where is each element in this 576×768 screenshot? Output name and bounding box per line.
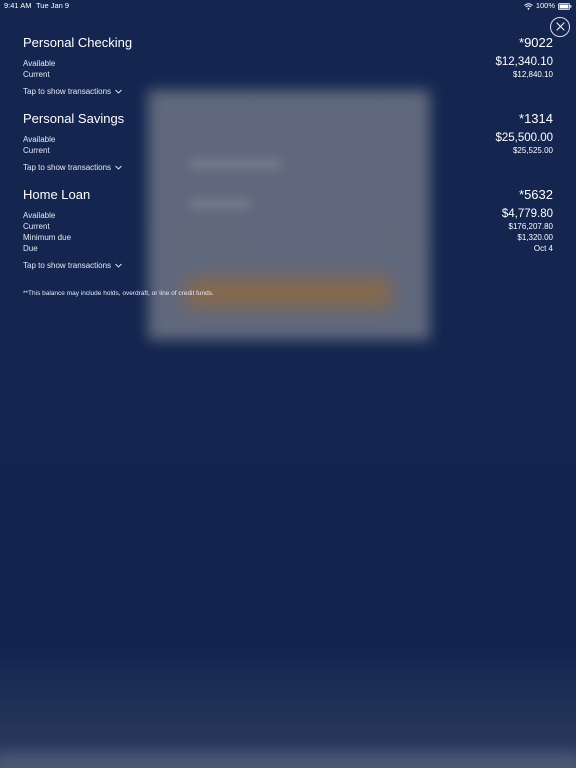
account-personal-savings: Personal Savings *1314 Available $25,500… [23, 111, 553, 175]
account-name: Personal Checking [23, 35, 133, 50]
status-indicators: 100% [523, 0, 572, 12]
status-time: 9:41 AM [4, 1, 32, 10]
available-label: Available [23, 135, 56, 144]
available-value: $12,340.10 [495, 56, 553, 68]
battery-icon [558, 2, 572, 10]
chevron-down-icon [115, 86, 122, 97]
available-value: $4,779.80 [501, 208, 553, 220]
current-label: Current [23, 146, 50, 155]
due-value: Oct 4 [533, 244, 553, 253]
wifi-icon [523, 2, 533, 10]
close-button[interactable] [550, 17, 570, 37]
battery-percent: 100% [535, 1, 555, 10]
minimum-due-label: Minimum due [23, 233, 72, 242]
show-transactions-label: Tap to show transactions [23, 163, 112, 172]
show-transactions-toggle[interactable]: Tap to show transactions [23, 162, 122, 173]
close-icon [555, 18, 565, 36]
show-transactions-label: Tap to show transactions [23, 87, 112, 96]
status-bar: 9:41 AM Tue Jan 9 100% [0, 0, 576, 12]
available-row: Available $4,779.80 [23, 208, 553, 221]
available-row: Available $25,500.00 [23, 132, 553, 145]
available-label: Available [23, 59, 56, 68]
available-value: $25,500.00 [495, 132, 553, 144]
account-overlay-screen: 9:41 AM Tue Jan 9 100% Personal Checking… [0, 0, 576, 768]
account-number: *9022 [519, 35, 553, 50]
blurred-background-button [186, 278, 392, 308]
current-value: $12,840.10 [512, 70, 553, 79]
account-home-loan: Home Loan *5632 Available $4,779.80 Curr… [23, 187, 553, 273]
chevron-down-icon [115, 162, 122, 173]
balance-footnote: **This balance may include holds, overdr… [23, 290, 214, 297]
current-value: $176,207.80 [508, 222, 554, 231]
show-transactions-label: Tap to show transactions [23, 261, 112, 270]
status-date: Tue Jan 9 [36, 1, 70, 10]
current-label: Current [23, 70, 50, 79]
account-personal-checking: Personal Checking *9022 Available $12,34… [23, 35, 553, 99]
available-label: Available [23, 211, 56, 220]
minimum-due-value: $1,320.00 [517, 233, 553, 242]
account-number: *5632 [519, 187, 553, 202]
account-name: Personal Savings [23, 111, 125, 126]
current-value: $25,525.00 [512, 146, 553, 155]
due-date-row: Due Oct 4 [23, 243, 553, 254]
current-label: Current [23, 222, 50, 231]
chevron-down-icon [115, 260, 122, 271]
current-row: Current $176,207.80 [23, 221, 553, 232]
show-transactions-toggle[interactable]: Tap to show transactions [23, 86, 122, 97]
show-transactions-toggle[interactable]: Tap to show transactions [23, 260, 122, 271]
due-label: Due [23, 244, 38, 253]
account-name: Home Loan [23, 187, 91, 202]
minimum-due-row: Minimum due $1,320.00 [23, 232, 553, 243]
current-row: Current $25,525.00 [23, 145, 553, 156]
current-row: Current $12,840.10 [23, 69, 553, 80]
available-row: Available $12,340.10 [23, 56, 553, 69]
account-number: *1314 [519, 111, 553, 126]
blurred-bottom-toolbar [0, 738, 576, 768]
